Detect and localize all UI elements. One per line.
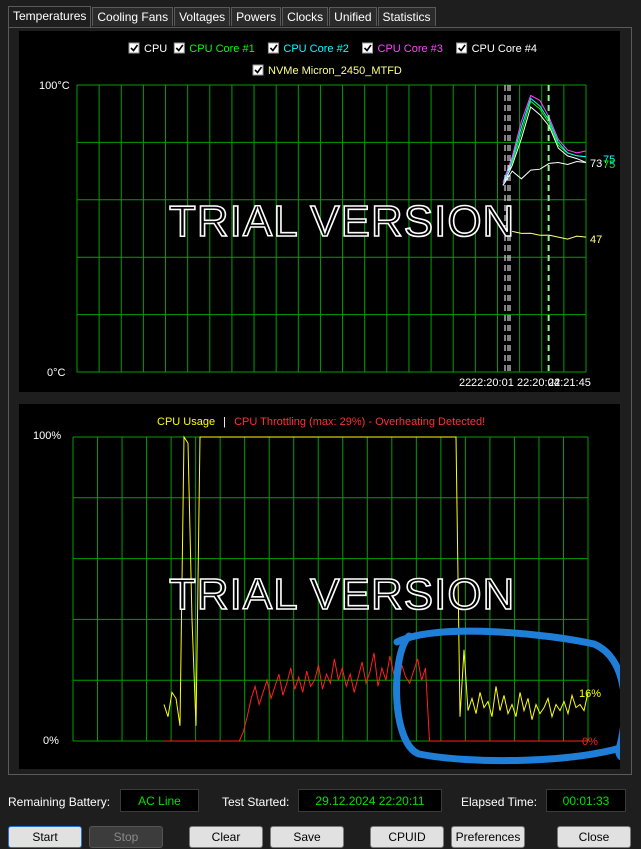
legend-label: NVMe Micron_2450_MTFD <box>268 65 402 77</box>
tab-cooling-fans[interactable]: Cooling Fans <box>92 7 174 26</box>
legend-label: CPU Core #1 <box>189 43 254 55</box>
legend-label: CPU Core #2 <box>283 43 348 55</box>
tab-statistics[interactable]: Statistics <box>377 7 436 26</box>
usage-legend: CPU Usage | CPU Throttling (max: 29%) - … <box>157 416 485 428</box>
tab-panel: CPU CPU Core #1 CPU Core #2 CPU Core #3 CPU … <box>8 27 632 775</box>
time-axis-label: 22:20:01 <box>471 377 514 389</box>
legend-checkbox <box>128 42 140 54</box>
usage-y-min-label: 0% <box>43 735 59 747</box>
temp-end-value: 73 <box>590 158 602 170</box>
tab-clocks[interactable]: Clocks <box>282 7 329 26</box>
temperature-time-labels: 22 22:20:01 22:20:0422:21:45 <box>459 377 591 389</box>
legend-label: CPU Core #4 <box>472 43 537 55</box>
trial-watermark-temp: TRIAL VERSION <box>169 197 515 246</box>
battery-value: AC Line <box>120 789 199 812</box>
tab-powers[interactable]: Powers <box>231 7 282 26</box>
time-axis-label: 22:21:45 <box>548 377 591 389</box>
legend-checkbox <box>173 42 185 54</box>
tab-strip: Temperatures Cooling Fans Voltages Power… <box>8 6 437 27</box>
usage-end-label: 16% <box>579 688 601 700</box>
stop-button[interactable]: Stop <box>89 826 163 848</box>
legend-label: CPU Core #3 <box>378 43 443 55</box>
throttle-legend-label: CPU Throttling (max: 29%) - Overheating … <box>234 416 485 428</box>
test-started-label: Test Started: <box>222 795 290 809</box>
test-started-value: 29.12.2024 22:20:11 <box>298 789 442 812</box>
tab-unified[interactable]: Unified <box>329 7 377 26</box>
close-button[interactable]: Close <box>557 826 631 848</box>
temp-end-value: 75 <box>603 159 615 171</box>
usage-y-max-label: 100% <box>33 430 61 442</box>
temp-end-value: 47 <box>590 234 602 246</box>
elapsed-time-value: 00:01:33 <box>546 789 626 812</box>
cpu-usage-chart: CPU Usage | CPU Throttling (max: 29%) - … <box>19 404 620 769</box>
legend-checkbox <box>252 64 264 76</box>
cpuid-button[interactable]: CPUID <box>370 826 444 848</box>
start-button[interactable]: Start <box>8 826 82 848</box>
legend-checkbox <box>456 42 468 54</box>
trial-watermark-usage: TRIAL VERSION <box>169 570 515 619</box>
tab-voltages[interactable]: Voltages <box>174 7 231 26</box>
time-axis-label: 22 <box>459 377 471 389</box>
legend-label: CPU <box>144 43 167 55</box>
preferences-button[interactable]: Preferences <box>451 826 525 848</box>
tab-temperatures[interactable]: Temperatures <box>8 6 92 27</box>
clear-button[interactable]: Clear <box>189 826 263 848</box>
elapsed-time-label: Elapsed Time: <box>461 795 538 809</box>
temperature-chart: CPU CPU Core #1 CPU Core #2 CPU Core #3 CPU … <box>19 31 620 392</box>
throttle-end-label: 0% <box>582 736 598 748</box>
usage-legend-separator: | <box>223 416 226 428</box>
temp-y-max-label: 100°C <box>39 80 70 92</box>
save-button[interactable]: Save <box>270 826 344 848</box>
legend-checkbox <box>362 42 373 54</box>
legend-checkbox <box>267 42 279 54</box>
battery-label: Remaining Battery: <box>8 795 111 809</box>
temp-y-min-label: 0°C <box>47 367 66 379</box>
usage-legend-label: CPU Usage <box>157 416 215 428</box>
status-bar: Remaining Battery: AC Line Test Started:… <box>0 788 641 816</box>
